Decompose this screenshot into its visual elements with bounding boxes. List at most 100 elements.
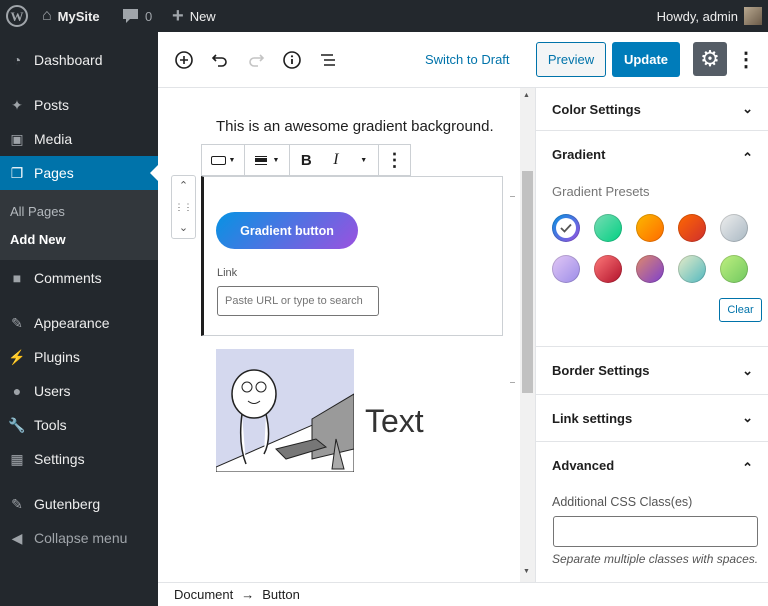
chevron-down-icon: ⌄ xyxy=(742,101,753,116)
gradient-presets-label: Gradient Presets xyxy=(552,184,650,199)
settings-icon: ▦ xyxy=(10,450,24,467)
link-url-input[interactable] xyxy=(217,286,379,316)
more-options-button[interactable]: ⋮ xyxy=(736,42,756,76)
submenu-all-pages[interactable]: All Pages xyxy=(10,204,65,219)
comments-link[interactable]: 0 xyxy=(122,0,152,32)
info-button[interactable] xyxy=(274,42,310,78)
chevron-up-icon: ⌃ xyxy=(178,180,189,192)
caret-down-icon: ▼ xyxy=(228,156,236,164)
new-link[interactable]: + New xyxy=(172,0,216,32)
settings-button[interactable]: ⚙ xyxy=(693,42,727,76)
scroll-up-icon[interactable]: ▲ xyxy=(523,92,530,99)
move-down-button[interactable]: ⌄ xyxy=(172,218,195,239)
button-block: Gradient button Link xyxy=(201,176,503,336)
dashboard-icon: ◔ xyxy=(12,52,22,68)
border-settings-toggle[interactable]: Border Settings ⌄ xyxy=(536,346,768,394)
avatar xyxy=(744,7,762,25)
breadcrumb-document[interactable]: Document xyxy=(174,587,233,602)
gradient-swatch-cool-to-warm-spectrum[interactable] xyxy=(552,255,580,283)
color-settings-toggle[interactable]: Color Settings ⌄ xyxy=(536,88,768,130)
gear-icon: ⚙ xyxy=(700,46,720,71)
gradient-toggle[interactable]: Gradient ⌃ xyxy=(536,130,768,178)
gradient-swatch-light-green-cyan-to-vivid-green-cyan[interactable] xyxy=(594,214,622,242)
caret-down-icon: ▼ xyxy=(272,156,280,164)
gradient-swatch-very-light-gray-to-cyan-bluish-gray[interactable] xyxy=(720,214,748,242)
block-style-button[interactable]: ▼ xyxy=(202,145,245,175)
gradient-swatch-luminous-vivid-amber-to-luminous-vivid-orange[interactable] xyxy=(636,214,664,242)
home-icon: ⌂ xyxy=(42,7,52,24)
scroll-down-icon[interactable]: ▼ xyxy=(523,568,530,575)
chevron-down-icon: ⌄ xyxy=(742,362,753,378)
sidebar-item-label: Dashboard xyxy=(34,52,103,68)
vertical-ellipsis-icon: ⋮ xyxy=(736,48,756,71)
block-more-button[interactable]: ⋮ xyxy=(379,145,410,175)
site-link[interactable]: ⌂ MySite xyxy=(42,0,100,32)
sidebar-item-posts[interactable]: ✦ Posts xyxy=(0,88,158,122)
outline-button[interactable] xyxy=(310,42,346,78)
breadcrumb: Document → Button xyxy=(158,582,768,606)
sidebar-item-pages[interactable]: ❐ Pages xyxy=(0,156,158,190)
drag-handle[interactable]: ⋮⋮ xyxy=(172,197,195,218)
align-button[interactable]: ▼ xyxy=(245,145,290,175)
submenu-add-new[interactable]: Add New xyxy=(10,232,66,247)
drag-icon: ⋮⋮ xyxy=(174,202,193,212)
sidebar-item-tools[interactable]: 🔧 Tools xyxy=(0,408,158,442)
css-class-input[interactable] xyxy=(553,516,758,547)
breadcrumb-button[interactable]: Button xyxy=(262,587,300,602)
wordpress-logo-icon[interactable]: W xyxy=(6,0,28,32)
sidebar-item-media[interactable]: ▣ Media xyxy=(0,122,158,156)
account-menu[interactable]: Howdy, admin xyxy=(657,0,762,32)
sidebar-item-appearance[interactable]: ✎ Appearance xyxy=(0,306,158,340)
comment-icon xyxy=(123,9,138,23)
gradient-button[interactable]: Gradient button xyxy=(216,212,358,249)
sidebar-item-dashboard[interactable]: ◔ Dashboard xyxy=(0,43,158,77)
redo-icon xyxy=(249,54,265,67)
switch-to-draft-button[interactable]: Switch to Draft xyxy=(425,52,510,67)
editor-scrollbar[interactable]: ▲ ▼ xyxy=(520,88,535,582)
bold-button[interactable]: B xyxy=(301,152,312,169)
move-up-button[interactable]: ⌃ xyxy=(172,176,195,197)
gradient-swatch-luminous-dusk[interactable] xyxy=(678,255,706,283)
redo-button[interactable] xyxy=(238,42,274,78)
preview-button[interactable]: Preview xyxy=(536,42,606,77)
update-button[interactable]: Update xyxy=(612,42,680,77)
advanced-toggle[interactable]: Advanced ⌃ xyxy=(536,441,768,488)
gradient-swatch-vivid-cyan-blue-to-vivid-purple[interactable] xyxy=(552,214,580,242)
clear-gradient-button[interactable]: Clear xyxy=(719,298,762,322)
collapse-menu[interactable]: ◀ Collapse menu xyxy=(0,521,158,555)
block-toolbar: ▼ ▼ B I ▼ ⋮ xyxy=(201,144,411,176)
pages-icon: ❐ xyxy=(10,164,24,181)
media-text[interactable]: Text xyxy=(365,403,424,440)
plus-circle-icon xyxy=(175,51,193,69)
more-formats-button[interactable]: ▼ xyxy=(360,157,367,164)
info-icon xyxy=(283,51,301,69)
sidebar-item-settings[interactable]: ▦ Settings xyxy=(0,442,158,476)
media-image[interactable] xyxy=(216,349,354,472)
new-label: New xyxy=(189,8,216,24)
link-label: Link xyxy=(217,267,238,279)
gradient-swatch-blush-light-purple[interactable] xyxy=(594,255,622,283)
panel-title: Gradient xyxy=(552,147,606,162)
sidebar-item-plugins[interactable]: ⚡ Plugins xyxy=(0,340,158,374)
sidebar-item-users[interactable]: ● Users xyxy=(0,374,158,408)
breadcrumb-separator: → xyxy=(241,587,255,602)
sidebar-item-comments[interactable]: ■ Comments xyxy=(0,261,158,295)
paragraph-block[interactable]: This is an awesome gradient background. xyxy=(216,118,494,135)
undo-icon xyxy=(211,54,227,67)
sidebar-item-gutenberg[interactable]: ✎ Gutenberg xyxy=(0,487,158,521)
gradient-swatch-blush-bordeaux[interactable] xyxy=(636,255,664,283)
update-label: Update xyxy=(623,52,669,67)
scrollbar-thumb[interactable] xyxy=(522,171,533,393)
undo-button[interactable] xyxy=(202,42,238,78)
meme-illustration xyxy=(216,369,354,472)
italic-button[interactable]: I xyxy=(333,151,338,169)
clear-label: Clear xyxy=(727,304,754,316)
add-block-button[interactable] xyxy=(166,42,202,78)
sidebar-item-label: Comments xyxy=(34,270,102,286)
gradient-swatch-luminous-vivid-orange-to-vivid-red[interactable] xyxy=(678,214,706,242)
wrench-icon: 🔧 xyxy=(8,416,26,433)
editor-header: Switch to Draft Preview Update ⚙ ⋮ xyxy=(158,32,768,88)
gutenberg-icon: ✎ xyxy=(11,495,23,512)
gradient-swatch-pale-ocean[interactable] xyxy=(720,255,748,283)
link-settings-toggle[interactable]: Link settings ⌄ xyxy=(536,394,768,441)
